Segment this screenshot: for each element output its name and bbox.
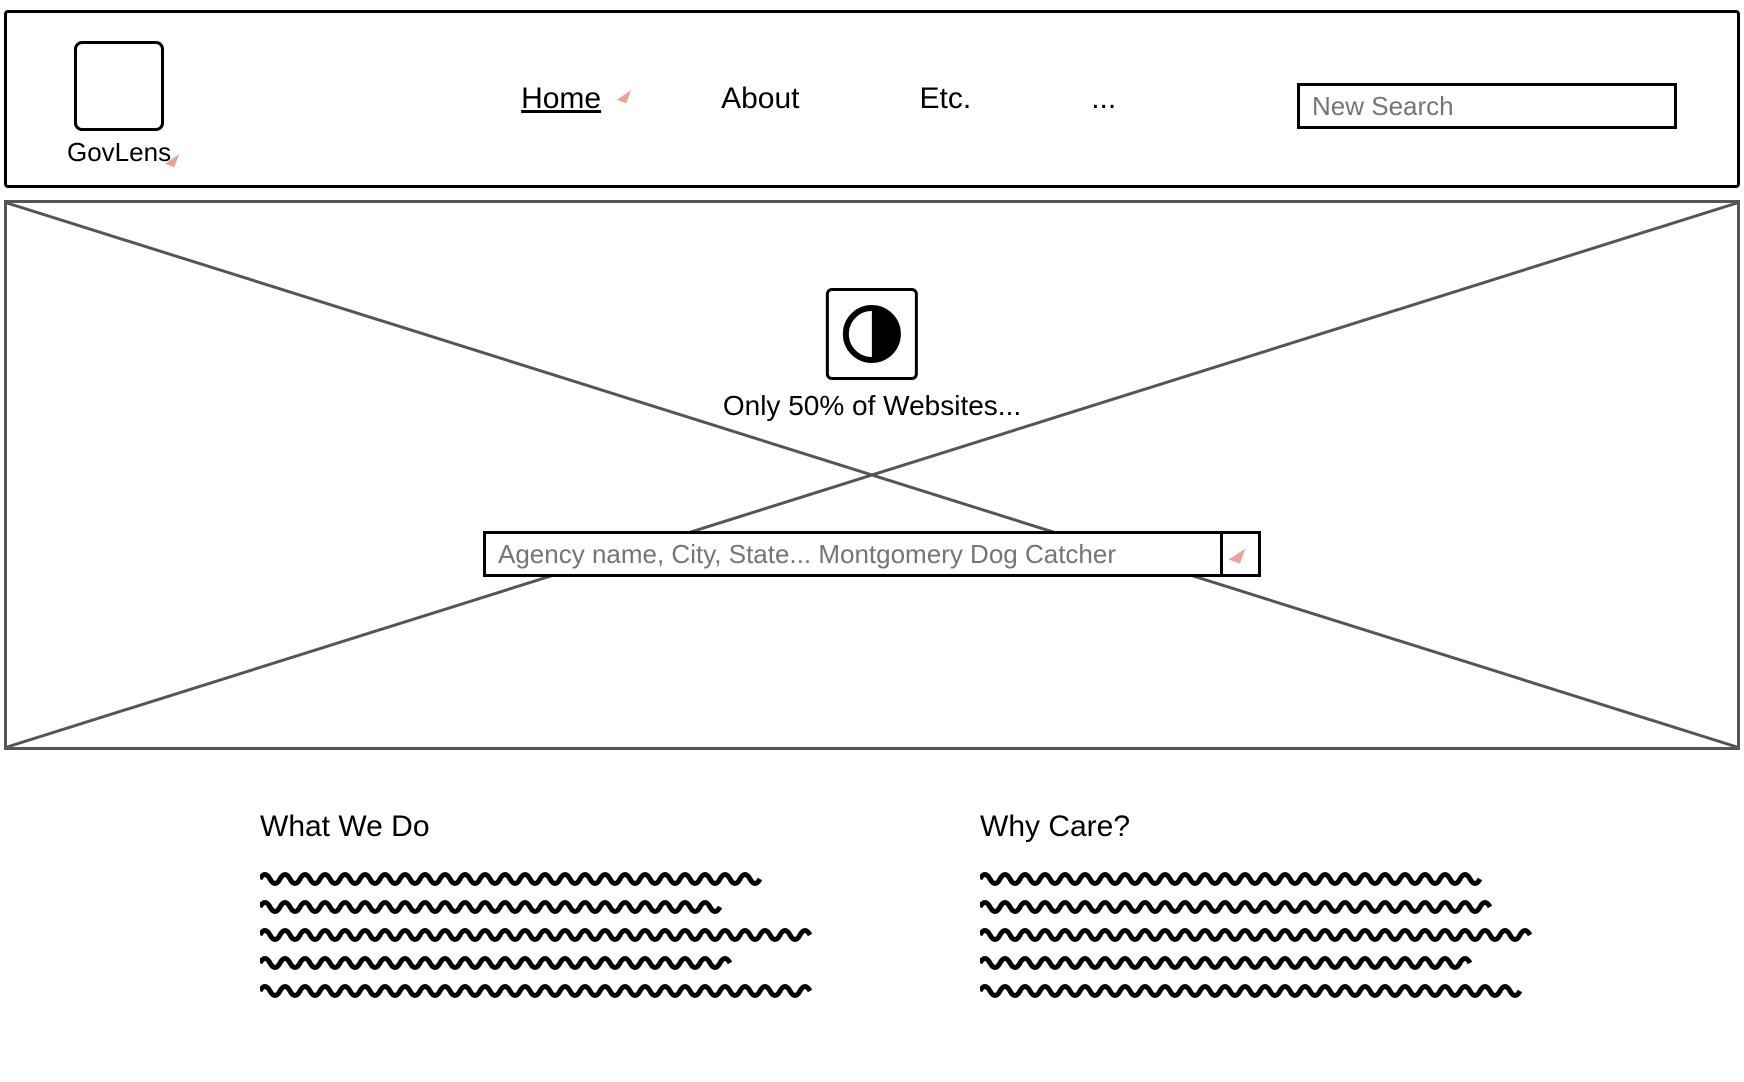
nav-more[interactable]: ... bbox=[1091, 82, 1116, 116]
primary-nav: Home About Etc. ... bbox=[521, 82, 1116, 116]
agency-search-button[interactable] bbox=[1223, 531, 1261, 577]
placeholder-x-icon bbox=[7, 203, 1737, 747]
what-we-do-body bbox=[260, 870, 840, 996]
hero-center: Only 50% of Websites... bbox=[723, 288, 1021, 422]
brand-name: GovLens bbox=[67, 137, 171, 168]
logo-block: GovLens bbox=[67, 41, 171, 168]
hero-tagline: Only 50% of Websites... bbox=[723, 390, 1021, 422]
why-care-column: Why Care? bbox=[980, 810, 1560, 996]
logo-placeholder[interactable] bbox=[74, 41, 164, 131]
what-we-do-heading: What We Do bbox=[260, 810, 840, 844]
hero-banner: Only 50% of Websites... bbox=[4, 200, 1740, 750]
nav-about[interactable]: About bbox=[721, 82, 799, 116]
agency-search-input[interactable] bbox=[483, 531, 1223, 577]
why-care-body bbox=[980, 870, 1560, 996]
info-columns: What We Do Why Care? bbox=[260, 810, 1560, 996]
why-care-heading: Why Care? bbox=[980, 810, 1560, 844]
site-header: GovLens Home About Etc. ... bbox=[4, 10, 1740, 188]
nav-home[interactable]: Home bbox=[521, 82, 601, 116]
what-we-do-column: What We Do bbox=[260, 810, 840, 996]
nav-etc[interactable]: Etc. bbox=[920, 82, 972, 116]
hero-search bbox=[483, 531, 1261, 577]
header-search-input[interactable] bbox=[1297, 83, 1677, 129]
contrast-icon bbox=[826, 288, 918, 380]
